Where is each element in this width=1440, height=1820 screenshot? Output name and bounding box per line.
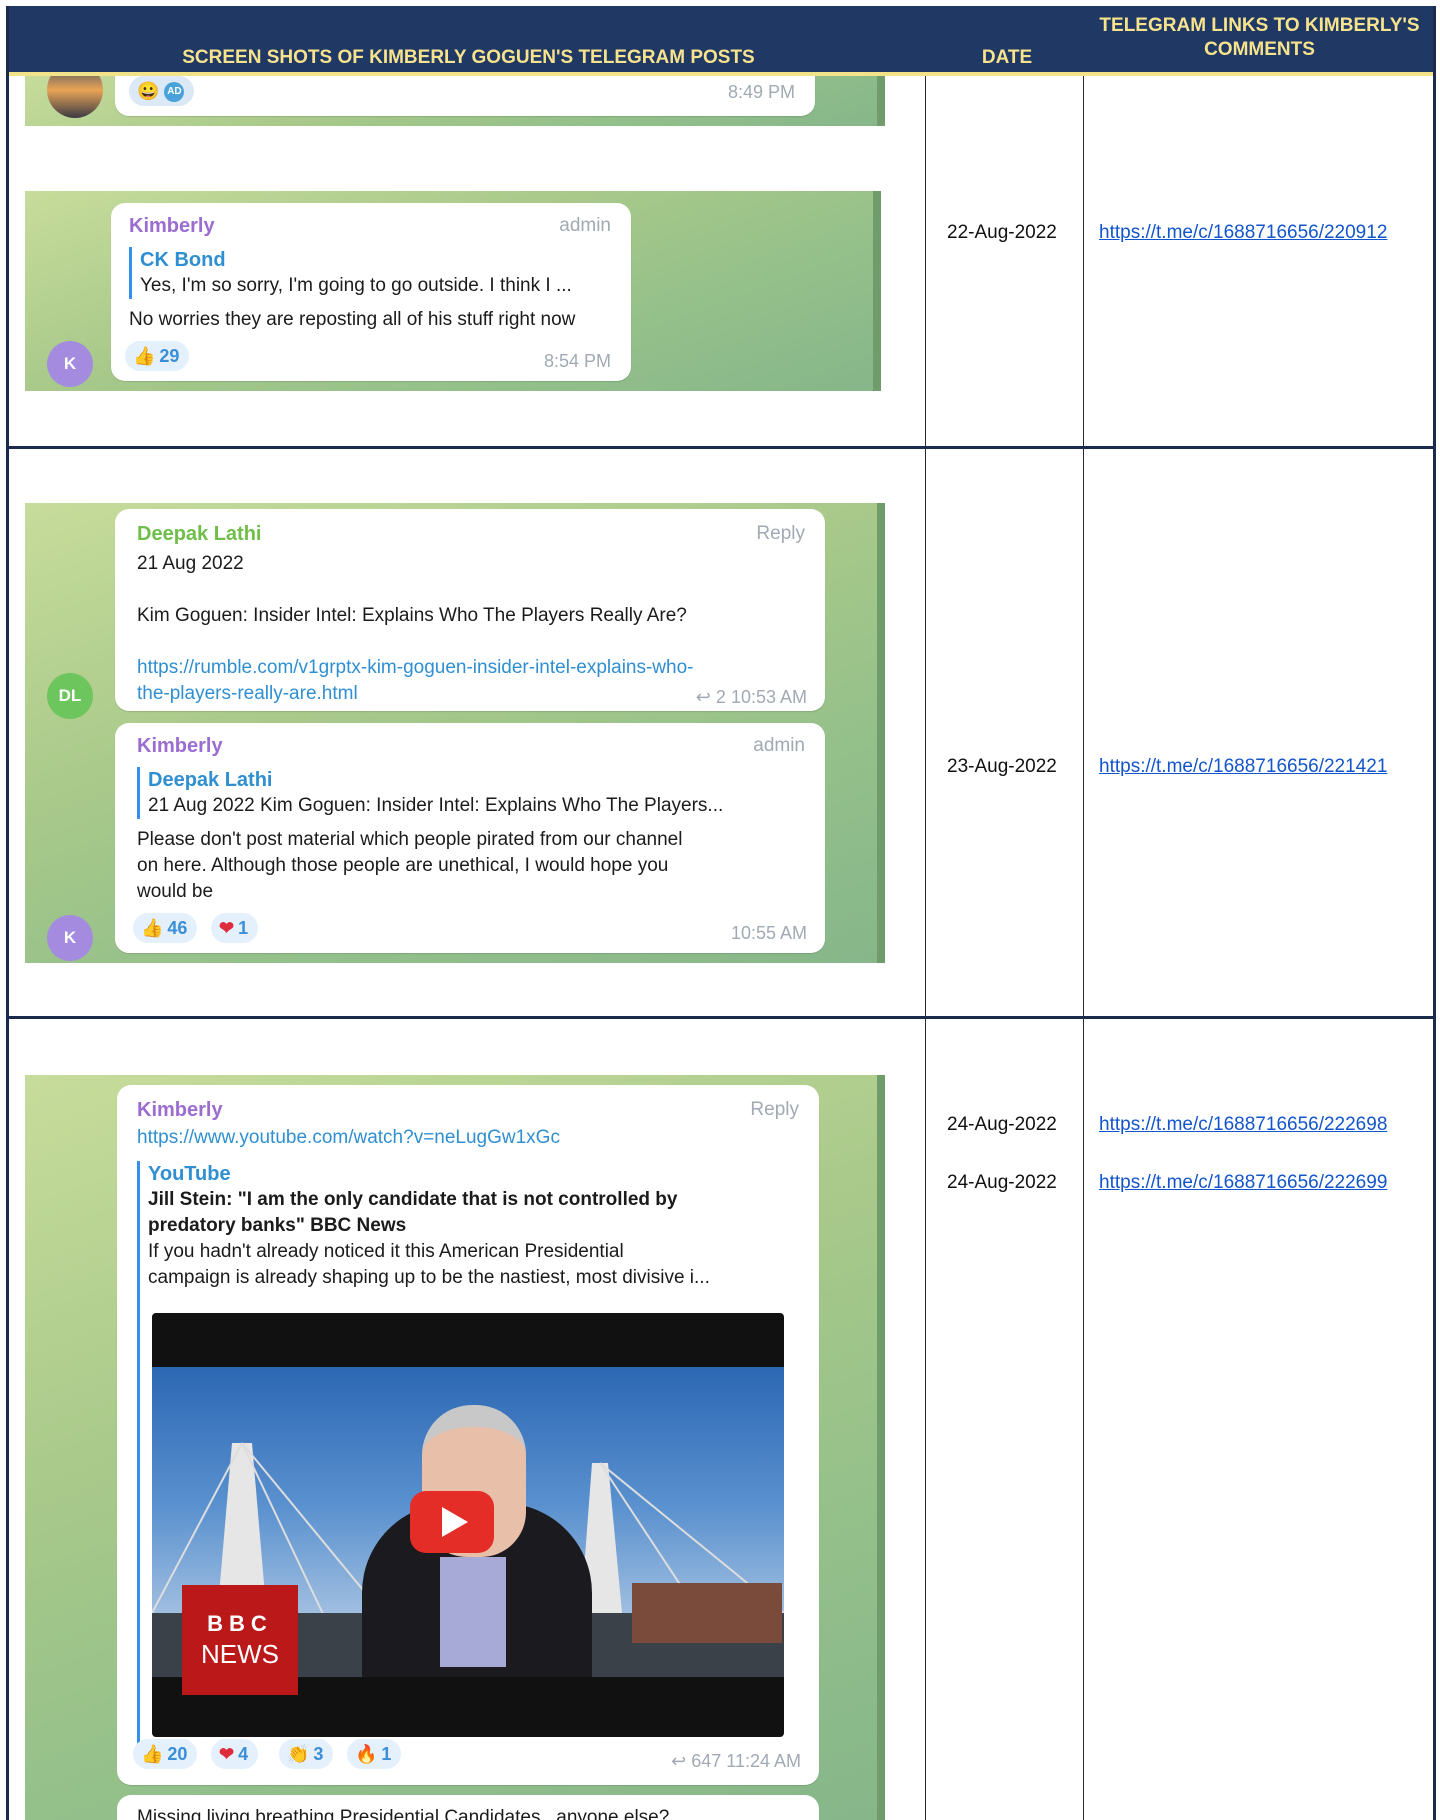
reply-button[interactable]: Reply: [750, 1099, 799, 1121]
message-sender: Kimberly: [137, 1099, 223, 1121]
thumbs-up-icon: 👍: [141, 918, 164, 938]
message-time: 8:54 PM: [543, 351, 611, 371]
telegram-link[interactable]: https://t.me/c/1688716656/222698: [1099, 1114, 1387, 1136]
play-button[interactable]: [410, 1491, 494, 1553]
play-icon: [442, 1507, 468, 1537]
header-date: DATE: [981, 47, 1033, 68]
header-screenshots: SCREEN SHOTS OF KIMBERLY GOGUEN'S TELEGR…: [182, 47, 755, 68]
avatar: DL: [47, 673, 93, 719]
reply-arrow-icon: ↩: [695, 687, 711, 707]
message-sender: Kimberly: [137, 735, 223, 757]
quote-text: 21 Aug 2022 Kim Goguen: Insider Intel: E…: [148, 795, 724, 816]
youtube-link[interactable]: https://www.youtube.com/watch?v=neLugGw1…: [137, 1125, 560, 1151]
reply-quote[interactable]: CK Bond Yes, I'm so sorry, I'm going to …: [129, 247, 620, 299]
screenshot-youtube-post: Kimberly Reply https://www.youtube.com/w…: [25, 1075, 885, 1820]
reaction-fire[interactable]: 🔥 1: [347, 1739, 402, 1769]
preview-site: YouTube: [148, 1163, 231, 1185]
message-text: Missing living breathing Presidential Ca…: [137, 1807, 670, 1820]
rumble-link[interactable]: https://rumble.com/v1grptx-kim-goguen-in…: [137, 655, 694, 681]
message-text: Please don't post material which people …: [137, 829, 683, 850]
quote-text: Yes, I'm so sorry, I'm going to go outsi…: [140, 275, 572, 296]
quote-author: Deepak Lathi: [148, 769, 273, 791]
telegram-link[interactable]: https://t.me/c/1688716656/221421: [1099, 756, 1387, 778]
preview-description: If you hadn't already noticed it this Am…: [148, 1241, 624, 1262]
preview-title: Jill Stein: "I am the only candidate tha…: [148, 1189, 678, 1210]
message-bubble: Missing living breathing Presidential Ca…: [117, 1795, 819, 1820]
fire-icon: 🔥: [355, 1744, 378, 1764]
message-bubble: Deepak Lathi Reply 21 Aug 2022 Kim Gogue…: [115, 509, 825, 711]
reaction-chip: 😀 AD: [129, 76, 195, 106]
admin-badge: admin: [753, 735, 805, 756]
heart-icon: ❤: [219, 918, 235, 938]
reaction-like[interactable]: 👍 20: [133, 1739, 198, 1769]
message-meta: ↩ 2 10:53 AM: [695, 687, 807, 707]
row-date: 24-Aug-2022: [947, 1114, 1057, 1135]
column-divider: [1083, 76, 1084, 1820]
reaction-heart[interactable]: ❤ 4: [211, 1739, 259, 1769]
reply-button[interactable]: Reply: [756, 523, 805, 545]
message-time: 10:55 AM: [730, 923, 807, 943]
heart-icon: ❤: [219, 1744, 235, 1764]
screenshot-kimberly-reply: Kimberly admin CK Bond Yes, I'm so sorry…: [25, 191, 881, 391]
clap-icon: 👏: [287, 1744, 310, 1764]
reaction-heart[interactable]: ❤ 1: [211, 913, 259, 943]
thumbs-up-icon: 👍: [141, 1744, 164, 1764]
message-sender: Kimberly: [129, 215, 215, 237]
reactor-avatar: AD: [164, 82, 185, 103]
avatar: K: [47, 915, 93, 961]
message-sender: Deepak Lathi: [137, 523, 262, 545]
forward-icon: ↩: [671, 1751, 687, 1771]
admin-badge: admin: [559, 215, 611, 236]
row-date: 24-Aug-2022: [947, 1172, 1057, 1193]
rumble-link-cont[interactable]: the-players-really-are.html: [137, 681, 358, 707]
column-divider: [925, 76, 926, 1820]
header-links: TELEGRAM LINKS TO KIMBERLY'S COMMENTS: [1099, 15, 1420, 60]
reaction-like[interactable]: 👍 29: [125, 341, 190, 371]
telegram-link[interactable]: https://t.me/c/1688716656/220912: [1099, 222, 1387, 244]
row-date: 22-Aug-2022: [947, 222, 1057, 243]
preview-description-cont: campaign is already shaping up to be the…: [148, 1267, 710, 1288]
avatar-sunset: [47, 76, 103, 118]
message-date-line: 21 Aug 2022: [137, 553, 244, 574]
message-text: on here. Although those people are uneth…: [137, 855, 669, 876]
bbc-news-logo: BBC NEWS: [182, 1585, 298, 1695]
message-bubble: Kimberly Reply https://www.youtube.com/w…: [117, 1085, 819, 1785]
reaction-clap[interactable]: 👏 3: [279, 1739, 334, 1769]
preview-title-cont: predatory banks" BBC News: [148, 1215, 407, 1236]
table-header: SCREEN SHOTS OF KIMBERLY GOGUEN'S TELEGR…: [9, 6, 1433, 76]
smile-emoji-icon: 😀: [137, 81, 160, 101]
message-bubble: Kimberly admin CK Bond Yes, I'm so sorry…: [111, 203, 631, 381]
screenshot-deepak-thread: Deepak Lathi Reply 21 Aug 2022 Kim Gogue…: [25, 503, 885, 963]
video-thumbnail[interactable]: BBC NEWS: [152, 1313, 784, 1737]
message-meta: ↩ 647 11:24 AM: [671, 1751, 801, 1771]
message-time: 8:49 PM: [727, 82, 795, 102]
link-preview[interactable]: YouTube Jill Stein: "I am the only candi…: [137, 1161, 798, 1753]
row-divider: [9, 446, 1433, 449]
message-text: No worries they are reposting all of his…: [129, 309, 576, 330]
message-text: Kim Goguen: Insider Intel: Explains Who …: [137, 605, 687, 626]
screenshot-partial: 😀 AD 8:49 PM: [25, 76, 885, 126]
person-shirt: [440, 1557, 506, 1667]
message-bubble: Kimberly admin Deepak Lathi 21 Aug 2022 …: [115, 723, 825, 953]
telegram-link[interactable]: https://t.me/c/1688716656/222699: [1099, 1172, 1387, 1194]
row-date: 23-Aug-2022: [947, 756, 1057, 777]
message-text: would be: [137, 881, 214, 902]
avatar: K: [47, 341, 93, 387]
reply-quote[interactable]: Deepak Lathi 21 Aug 2022 Kim Goguen: Ins…: [137, 767, 808, 819]
thumbs-up-icon: 👍: [133, 346, 156, 366]
row-divider: [9, 1016, 1433, 1019]
message-bubble: 😀 AD 8:49 PM: [115, 76, 815, 116]
evidence-table: SCREEN SHOTS OF KIMBERLY GOGUEN'S TELEGR…: [6, 6, 1436, 1820]
reaction-like[interactable]: 👍 46: [133, 913, 198, 943]
quote-author: CK Bond: [140, 249, 226, 271]
